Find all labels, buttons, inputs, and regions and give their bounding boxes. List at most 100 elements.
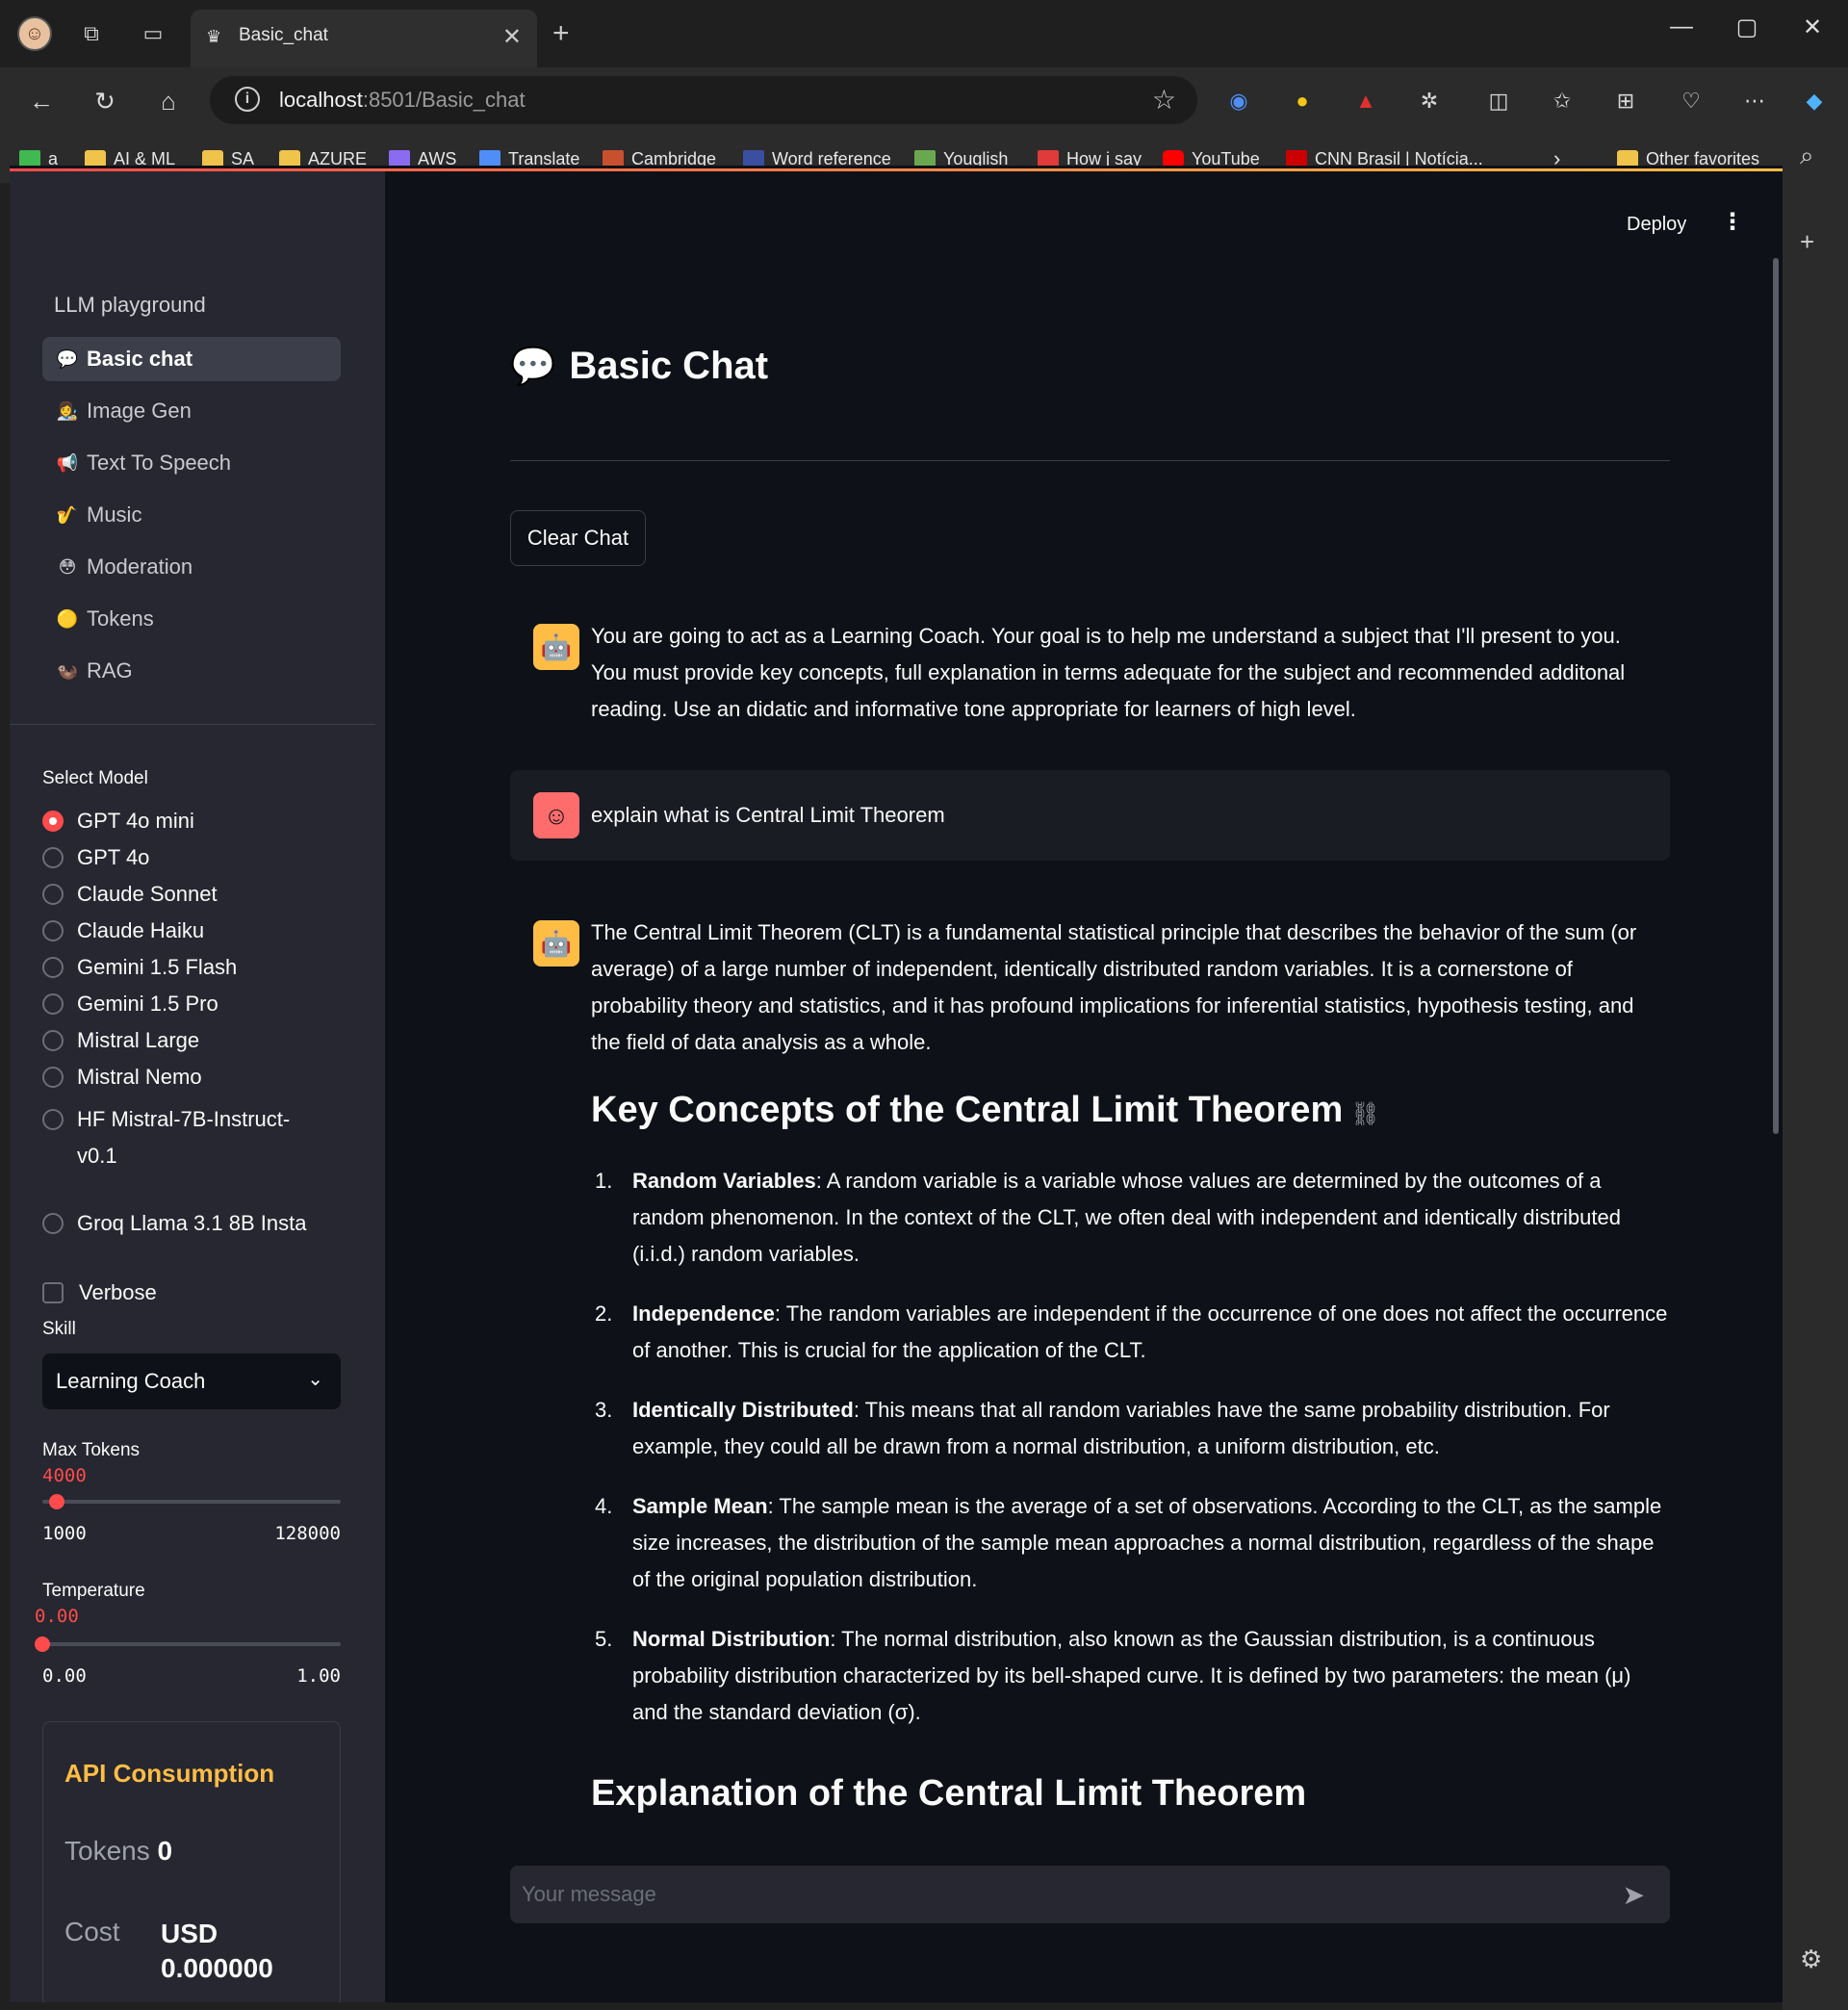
artist-icon: 👩‍🎨 <box>56 400 79 421</box>
speech-bubble-icon: 💬 <box>56 348 79 369</box>
nav-music[interactable]: 🎷 Music <box>42 493 341 537</box>
nav-image-gen[interactable]: 👩‍🎨 Image Gen <box>42 389 341 433</box>
radio-icon <box>42 957 64 978</box>
minimize-icon[interactable]: — <box>1657 13 1706 40</box>
add-icon[interactable]: + <box>1800 227 1814 257</box>
saxophone-icon: 🎷 <box>56 504 79 525</box>
model-option-mistral-large[interactable]: Mistral Large <box>42 1028 199 1053</box>
chat-message-user: ☺ explain what is Central Limit Theorem <box>510 770 1670 861</box>
tab-title: Basic_chat <box>239 25 328 45</box>
vertical-tabs-icon[interactable]: ▭ <box>139 19 167 48</box>
loudspeaker-icon: 📢 <box>56 452 79 473</box>
chat-input[interactable]: ➤ <box>510 1866 1670 1923</box>
cost-value: USD 0.000000 <box>161 1919 273 1983</box>
skill-label: Skill <box>42 1319 76 1339</box>
sidebar-divider <box>10 724 375 725</box>
extension-colorful-icon[interactable]: ◉ <box>1222 85 1255 117</box>
address-bar[interactable]: i localhost:8501/Basic_chat ☆ <box>210 76 1197 124</box>
url-text[interactable]: localhost:8501/Basic_chat <box>279 88 526 113</box>
site-info-icon[interactable]: i <box>235 87 260 112</box>
user-avatar-icon: ☺ <box>533 792 579 838</box>
nav-moderation[interactable]: 😳 Moderation <box>42 545 341 589</box>
send-icon[interactable]: ➤ <box>1623 1879 1645 1911</box>
close-tab-icon[interactable]: ✕ <box>502 23 522 51</box>
list-item: 2. Independence: The random variables are… <box>595 1301 1668 1362</box>
sidebar: LLM playground 💬 Basic chat 👩‍🎨 Image Gen … <box>10 171 385 2002</box>
extensions-puzzle-icon[interactable]: ✲ <box>1413 85 1446 117</box>
concepts-list: 1. Random Variables: A random variable is… <box>591 1163 1669 1754</box>
pdf-extension-icon[interactable]: ▲ <box>1349 85 1382 117</box>
close-window-icon[interactable]: ✕ <box>1788 13 1836 41</box>
list-item: 4. Sample Mean: The sample mean is the av… <box>595 1494 1662 1591</box>
refresh-icon[interactable]: ↻ <box>89 85 121 117</box>
favorite-star-icon[interactable]: ☆ <box>1152 84 1176 116</box>
streamlit-crown-icon: ♛ <box>206 27 222 46</box>
radio-icon <box>42 1030 64 1051</box>
back-icon[interactable]: ← <box>25 85 58 117</box>
model-option-claude-sonnet[interactable]: Claude Sonnet <box>42 882 218 907</box>
message-text: You are going to act as a Learning Coach… <box>591 624 1626 721</box>
clear-chat-button[interactable]: Clear Chat <box>510 510 646 566</box>
search-icon[interactable]: ⌕ <box>1800 141 1814 171</box>
model-option-gemini-pro[interactable]: Gemini 1.5 Pro <box>42 992 218 1017</box>
model-option-hf-mistral[interactable]: HF Mistral-7B-Instruct-v0.1 <box>42 1101 290 1174</box>
skill-select[interactable]: Learning Coach ⌄ <box>42 1353 341 1409</box>
max-tokens-value: 4000 <box>42 1465 87 1486</box>
nav-basic-chat[interactable]: 💬 Basic chat <box>42 337 341 381</box>
model-option-claude-haiku[interactable]: Claude Haiku <box>42 918 204 943</box>
maximize-icon[interactable]: ▢ <box>1723 13 1771 41</box>
model-option-mistral-nemo[interactable]: Mistral Nemo <box>42 1065 202 1090</box>
browser-tab[interactable]: ♛ Basic_chat ✕ <box>191 10 537 67</box>
temperature-slider[interactable] <box>35 1636 341 1652</box>
workspaces-icon[interactable]: ⧉ <box>77 19 106 48</box>
flushed-face-icon: 😳 <box>58 556 77 577</box>
temperature-range: 0.00 1.00 <box>42 1665 341 1687</box>
scrollbar[interactable] <box>1773 258 1779 1134</box>
model-option-gemini-flash[interactable]: Gemini 1.5 Flash <box>42 955 237 980</box>
anchor-link-icon[interactable]: ⛓ <box>1350 1101 1379 1127</box>
page-title: 💬 Basic Chat <box>510 345 769 387</box>
radio-icon <box>42 1213 64 1234</box>
nav-tokens[interactable]: 🟡 Tokens <box>42 597 341 641</box>
streamlit-app: LLM playground 💬 Basic chat 👩‍🎨 Image Gen … <box>10 166 1783 2002</box>
radio-icon <box>42 847 64 868</box>
title-divider <box>510 460 1670 461</box>
main-menu-kebab-icon[interactable]: ⋮ <box>1721 208 1744 236</box>
copilot-icon[interactable]: ◆ <box>1798 85 1831 117</box>
model-option-gpt-4o[interactable]: GPT 4o <box>42 845 149 870</box>
collections-icon[interactable]: ⊞ <box>1609 85 1642 117</box>
model-option-gpt-4o-mini[interactable]: GPT 4o mini <box>42 809 194 834</box>
speech-bubble-icon: 💬 <box>510 346 556 387</box>
radio-icon <box>42 1109 64 1130</box>
deploy-button[interactable]: Deploy <box>1627 214 1686 236</box>
select-model-label: Select Model <box>42 768 148 788</box>
max-tokens-slider[interactable] <box>42 1494 341 1509</box>
api-consumption-panel: API Consumption Tokens 0 Cost USD 0.00000… <box>42 1721 341 2002</box>
new-tab-icon[interactable]: + <box>552 17 570 50</box>
tokens-metric: Tokens 0 <box>64 1836 173 1866</box>
nav-rag[interactable]: 🦦 RAG <box>42 649 341 693</box>
radio-icon <box>42 1067 64 1088</box>
max-tokens-slider-handle[interactable] <box>49 1494 65 1509</box>
chat-message-assistant: 🤖 The Central Limit Theorem (CLT) is a f… <box>510 899 1670 1054</box>
more-menu-icon[interactable]: ⋯ <box>1738 85 1771 117</box>
favorites-icon[interactable]: ✩ <box>1546 85 1578 117</box>
heading-key-concepts: Key Concepts of the Central Limit Theore… <box>591 1090 1380 1130</box>
max-tokens-range: 1000 128000 <box>42 1523 341 1544</box>
nav-text-to-speech[interactable]: 📢 Text To Speech <box>42 441 341 485</box>
model-option-groq-llama[interactable]: Groq Llama 3.1 8B Insta <box>42 1211 306 1236</box>
otter-icon: 🦦 <box>56 660 79 681</box>
list-item: 5. Normal Distribution: The normal distri… <box>595 1627 1631 1724</box>
browser-essentials-icon[interactable]: ♡ <box>1675 85 1707 117</box>
settings-gear-icon[interactable]: ⚙ <box>1800 1945 1822 1974</box>
edge-sidebar-rail: ⌕ + ⚙ <box>1783 135 1848 2010</box>
browser-tab-bar: ☺ ⧉ ▭ ♛ Basic_chat ✕ + — ▢ ✕ <box>0 0 1848 67</box>
temperature-slider-handle[interactable] <box>35 1636 50 1652</box>
list-item: 3. Identically Distributed: This means th… <box>595 1398 1610 1458</box>
profile-avatar-icon[interactable]: ☺ <box>17 16 52 51</box>
message-input[interactable] <box>522 1877 1600 1912</box>
extension-yellow-icon[interactable]: ● <box>1286 85 1319 117</box>
verbose-checkbox[interactable]: Verbose <box>42 1280 157 1305</box>
split-screen-icon[interactable]: ◫ <box>1482 85 1515 117</box>
home-icon[interactable]: ⌂ <box>152 85 185 117</box>
